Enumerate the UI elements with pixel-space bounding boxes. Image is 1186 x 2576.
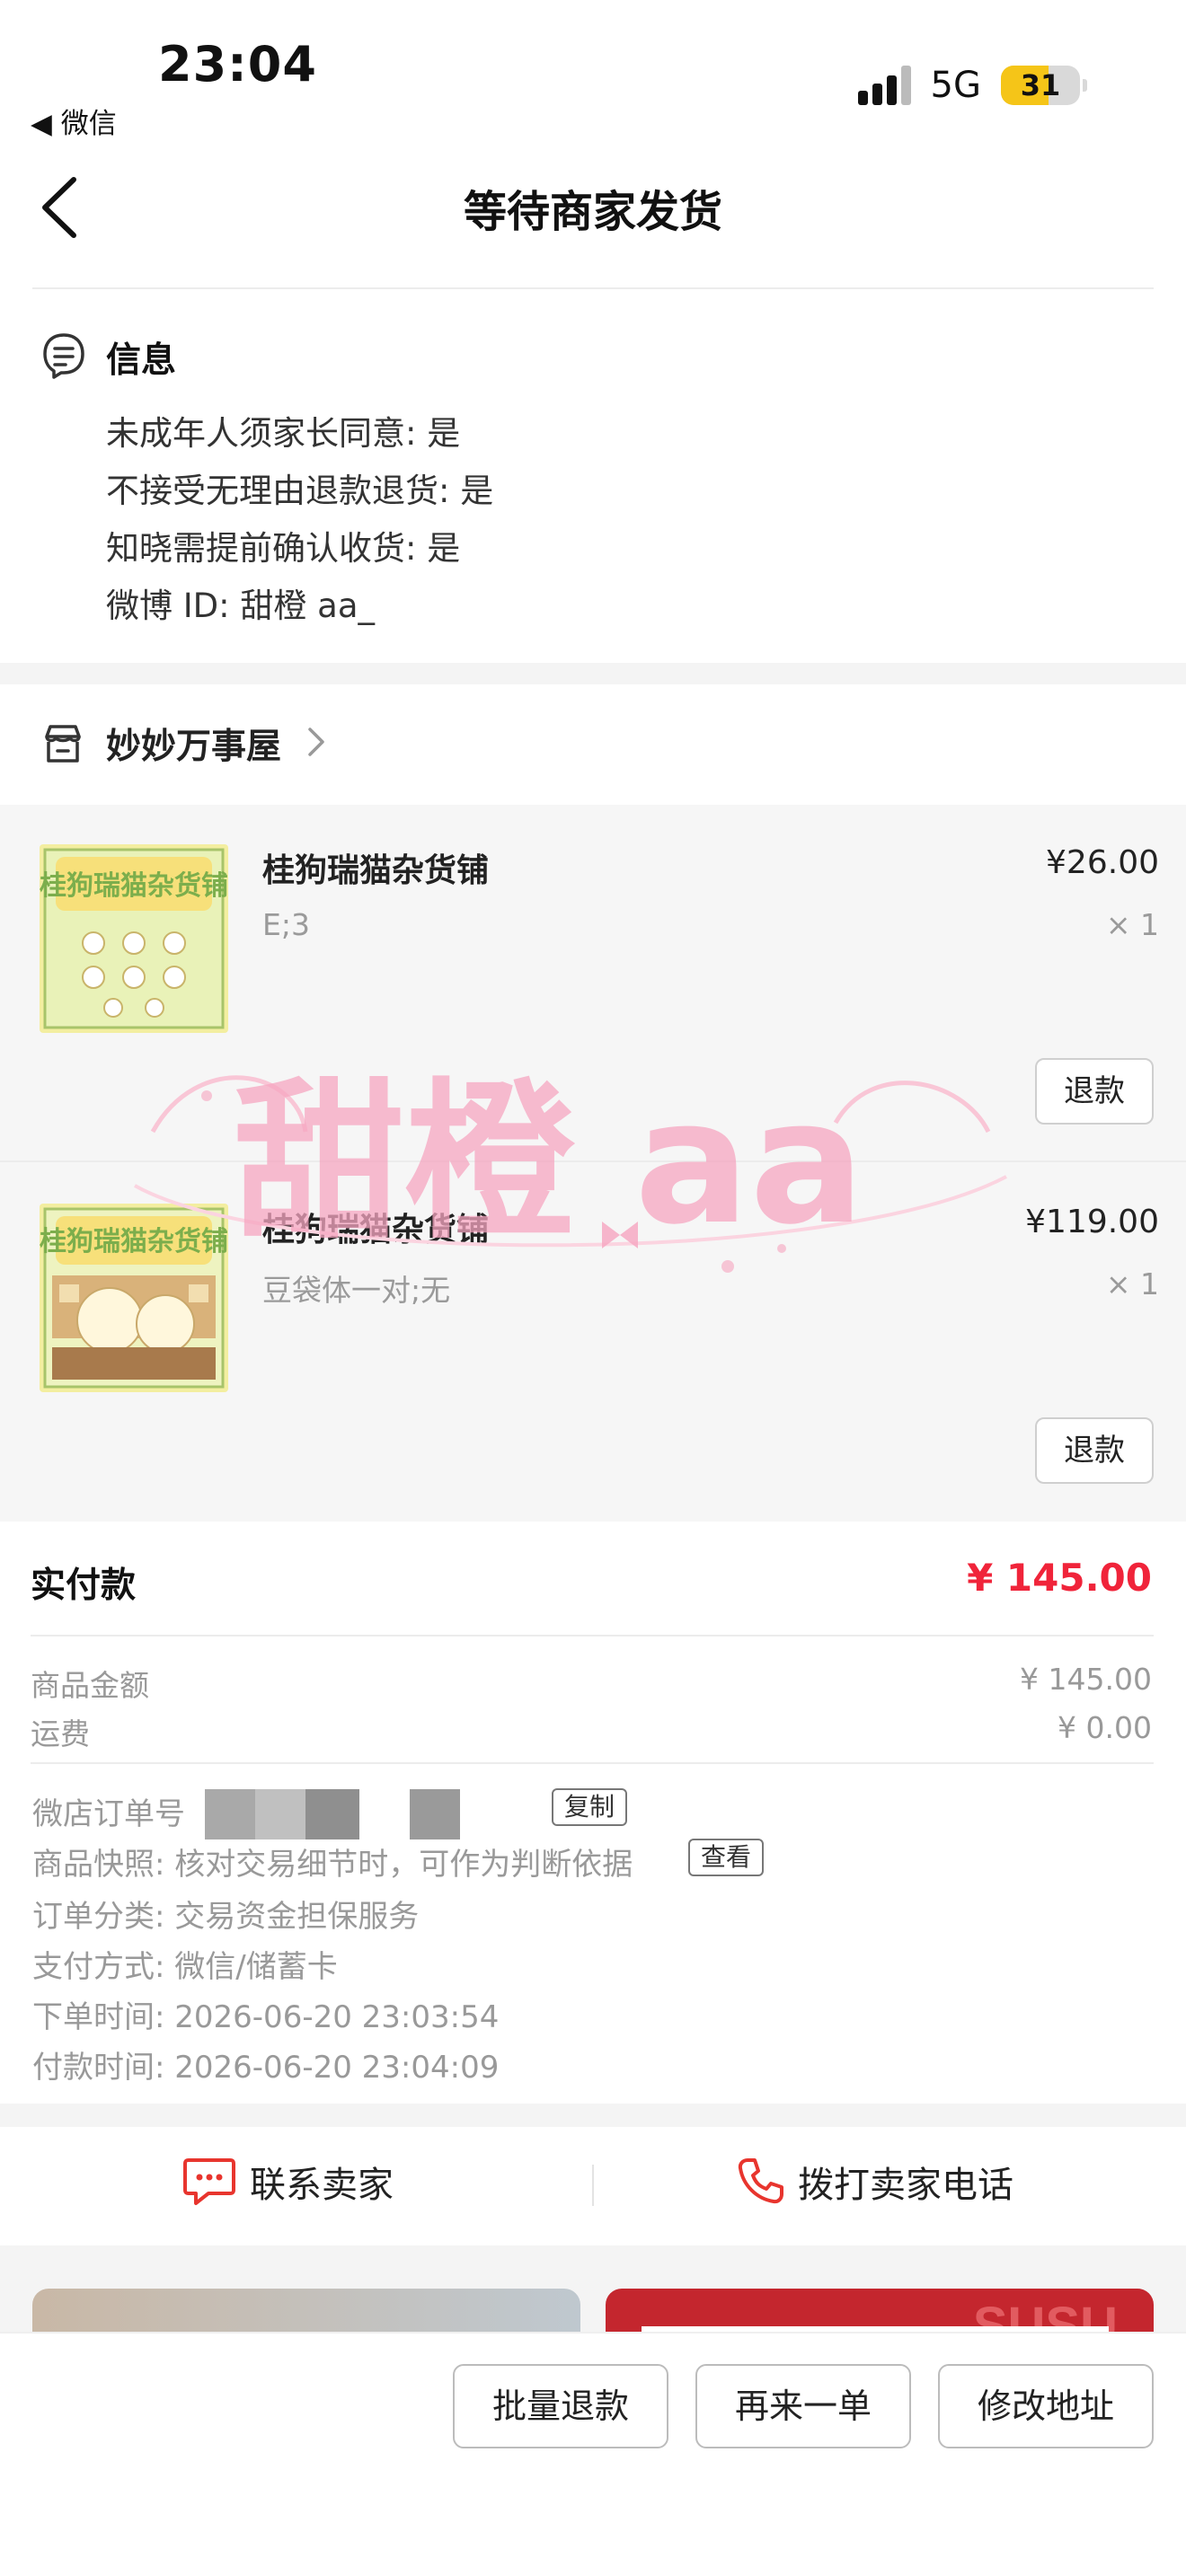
contact-seller-label: 联系卖家 (250, 2165, 394, 2206)
redacted-order-number (410, 1789, 460, 1839)
chat-icon (183, 2158, 235, 2205)
payment-method: 支付方式: 微信/储蓄卡 (32, 1949, 338, 1985)
network-type: 5G (930, 65, 981, 106)
info-title: 信息 (106, 340, 177, 381)
batch-refund-button[interactable]: 批量退款 (453, 2364, 668, 2448)
redacted-order-number (205, 1789, 255, 1839)
thumb-text: 桂狗瑞猫杂货铺 (40, 870, 228, 902)
shipping-value: ¥ 0.00 (1058, 1710, 1152, 1745)
refund-button[interactable]: 退款 (1035, 1417, 1154, 1484)
product-spec: 豆袋体一对;无 (262, 1273, 451, 1308)
section-gap (0, 663, 1186, 684)
shop-icon (45, 725, 81, 763)
info-line-minor-consent: 未成年人须家长同意: 是 (106, 414, 461, 453)
call-seller-label: 拨打卖家电话 (798, 2165, 1013, 2206)
redacted-order-number (255, 1789, 305, 1839)
product-name[interactable]: 桂狗瑞猫杂货铺 (262, 1204, 489, 1250)
chevron-right-icon[interactable] (305, 724, 327, 760)
shop-name[interactable]: 妙妙万事屋 (106, 719, 281, 769)
nav-divider (32, 287, 1154, 289)
info-line-weibo-id: 微博 ID: 甜橙 aa_ (106, 587, 375, 625)
info-line-no-return: 不接受无理由退款退货: 是 (106, 472, 494, 510)
product-thumbnail[interactable]: 桂狗瑞猫杂货铺 (40, 1204, 228, 1392)
page-title: 等待商家发货 (463, 187, 722, 237)
payment-time: 付款时间: 2026-06-20 23:04:09 (32, 2050, 500, 2086)
payment-divider (31, 1635, 1154, 1636)
product-spec: E;3 (262, 907, 310, 942)
view-snapshot-button[interactable]: 查看 (688, 1839, 765, 1876)
product-name[interactable]: 桂狗瑞猫杂货铺 (262, 844, 489, 891)
contact-seller-button[interactable]: 联系卖家 (181, 2156, 394, 2208)
status-time: 23:04 (158, 36, 317, 93)
order-number-label: 微店订单号 (32, 1796, 185, 1832)
signal-icon (857, 66, 911, 105)
product-thumbnail[interactable]: 桂狗瑞猫杂货铺 (40, 844, 228, 1033)
paid-label: 实付款 (31, 1566, 137, 1606)
reorder-button[interactable]: 再来一单 (695, 2364, 911, 2448)
call-seller-button[interactable]: 拨打卖家电话 (735, 2156, 1013, 2208)
battery-icon: 31 (1001, 66, 1087, 105)
goods-amount-label: 商品金额 (31, 1668, 149, 1703)
back-to-app-link[interactable]: ◀ 微信 (31, 101, 117, 141)
product-price: ¥119.00 (1025, 1204, 1159, 1240)
order-category: 订单分类: 交易资金担保服务 (32, 1899, 420, 1935)
product-qty: × 1 (1105, 907, 1159, 942)
refund-button[interactable]: 退款 (1035, 1058, 1154, 1125)
shipping-label: 运费 (31, 1716, 90, 1751)
thumb-text: 桂狗瑞猫杂货铺 (40, 1226, 228, 1257)
order-time: 下单时间: 2026-06-20 23:03:54 (32, 1999, 500, 2035)
product-price: ¥26.00 (1046, 844, 1159, 881)
status-indicators: 5G 31 (857, 65, 1087, 106)
section-gap (0, 2104, 1186, 2127)
battery-level: 31 (1020, 68, 1061, 102)
snapshot-text: 商品快照: 核对交易细节时，可作为判断依据 (32, 1847, 633, 1883)
modify-address-button[interactable]: 修改地址 (938, 2364, 1154, 2448)
info-line-confirm-receipt: 知晓需提前确认收货: 是 (106, 529, 461, 568)
copy-button[interactable]: 复制 (552, 1788, 628, 1826)
payment-divider (31, 1762, 1154, 1764)
product-qty: × 1 (1105, 1266, 1159, 1301)
paid-amount: ¥ 145.00 (967, 1556, 1152, 1600)
goods-amount-value: ¥ 145.00 (1020, 1662, 1152, 1697)
contact-separator (592, 2165, 594, 2206)
redacted-order-number (305, 1789, 359, 1839)
phone-icon (738, 2158, 783, 2204)
info-note-icon (43, 333, 84, 379)
